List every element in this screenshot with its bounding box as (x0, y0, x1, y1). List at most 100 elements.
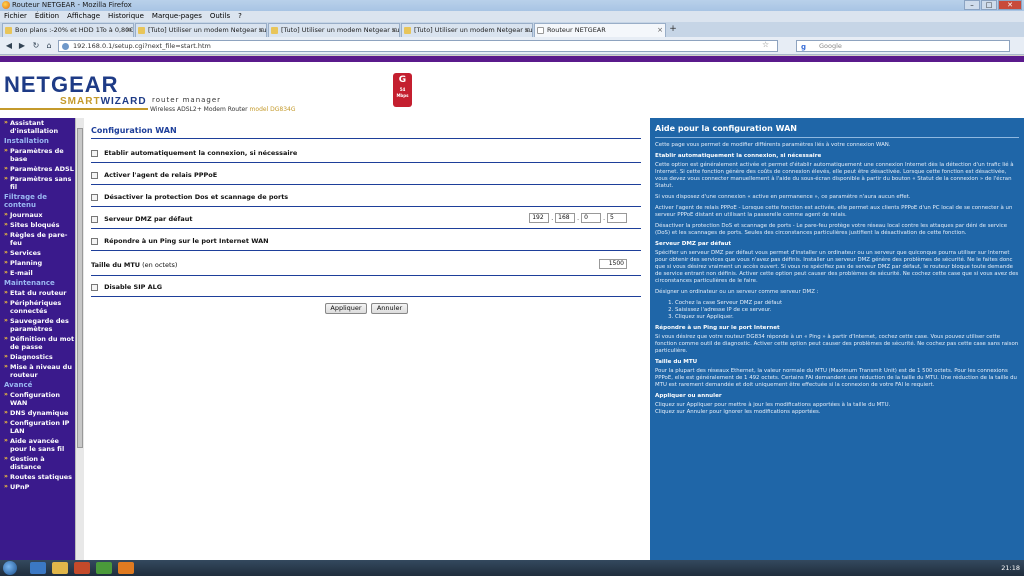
reload-button[interactable]: ↻ (30, 40, 42, 52)
nav-item[interactable]: Sauvegarde des paramètres (0, 316, 75, 334)
dos-protection-checkbox[interactable] (91, 193, 98, 201)
nav-item[interactable]: DNS dynamique (0, 408, 75, 418)
tab-close-icon[interactable]: × (391, 24, 397, 37)
pppoe-relay-row: Activer l'agent de relais PPPoE (91, 171, 641, 179)
mtu-unit: (en octets) (142, 261, 178, 269)
divider (91, 275, 641, 276)
nav-item[interactable]: Configuration WAN (0, 390, 75, 408)
nav-item[interactable]: Etat du routeur (0, 288, 75, 298)
explorer-folder-icon[interactable] (52, 562, 68, 574)
help-step: Cliquez sur Appliquer. (675, 314, 1019, 321)
help-intro: Cette page vous permet de modifier diffé… (655, 142, 891, 148)
google-icon: g (801, 43, 807, 51)
nav-scrollbar-thumb[interactable] (77, 128, 83, 448)
clock[interactable]: 21:18 (1001, 564, 1020, 572)
nav-item[interactable]: Diagnostics (0, 352, 75, 362)
maximize-button[interactable]: □ (981, 0, 997, 10)
nav-item[interactable]: Journaux (0, 210, 75, 220)
menu-file[interactable]: Fichier (4, 11, 27, 22)
nav-item[interactable]: Assistant d'installation (0, 118, 75, 136)
chrome-icon[interactable] (96, 562, 112, 574)
nav-item[interactable]: Gestion à distance (0, 454, 75, 472)
divider (91, 206, 641, 207)
close-window-button[interactable]: ✕ (998, 0, 1022, 10)
menu-bookmarks[interactable]: Marque-pages (152, 11, 202, 22)
menu-view[interactable]: Affichage (67, 11, 100, 22)
tab-tuto-1[interactable]: [Tuto] Utiliser un modem Netgear sur... … (135, 23, 267, 37)
nav-item[interactable]: Mise à niveau du routeur (0, 362, 75, 380)
tab-tuto-3[interactable]: [Tuto] Utiliser un modem Netgear sur... … (401, 23, 533, 37)
auto-connect-checkbox[interactable] (91, 149, 98, 157)
url-bar[interactable]: 192.168.0.1/setup.cgi?next_file=start.ht… (58, 40, 778, 52)
netgear-logo: NETGEAR SMARTWIZARD router manager Wirel… (0, 68, 296, 113)
cancel-button[interactable]: Annuler (371, 303, 408, 314)
tab-close-icon[interactable]: × (657, 24, 663, 37)
nav-item[interactable]: E-mail (0, 268, 75, 278)
pppoe-relay-checkbox[interactable] (91, 171, 98, 179)
apply-button[interactable]: Appliquer (325, 303, 367, 314)
system-tray: 21:18 (1001, 561, 1020, 575)
bookmark-star-icon[interactable]: ☆ (762, 40, 769, 49)
start-button-icon[interactable] (3, 561, 17, 575)
nav-item[interactable]: Configuration IP LAN (0, 418, 75, 436)
mtu-row: Taille du MTU (en octets) 1500 (91, 259, 641, 269)
nav-item[interactable]: Routes statiques (0, 472, 75, 482)
title-bar: Routeur NETGEAR - Mozilla Firefox – □ ✕ (0, 0, 1024, 11)
nav-item[interactable]: Sites bloqués (0, 220, 75, 230)
back-button[interactable]: ◀ (3, 40, 15, 52)
ping-wan-checkbox[interactable] (91, 237, 98, 245)
54g-badge-icon: G 54 Mbps (393, 73, 412, 107)
dmz-ip-octet-1[interactable]: 192 (529, 213, 550, 223)
ie-icon[interactable] (30, 562, 46, 574)
tab-close-icon[interactable]: × (125, 24, 131, 37)
search-input[interactable]: g Google (796, 40, 1010, 52)
media-player-icon[interactable] (74, 562, 90, 574)
mtu-input[interactable]: 1500 (599, 259, 627, 269)
help-text-dos: Désactiver la protection DoS et scannage… (655, 223, 1008, 236)
tab-close-icon[interactable]: × (258, 24, 264, 37)
dmz-server-checkbox[interactable] (91, 215, 98, 223)
tab-close-icon[interactable]: × (524, 24, 530, 37)
ping-wan-row: Répondre à un Ping sur le port Internet … (91, 237, 641, 245)
nav-item[interactable]: Paramètres ADSL (0, 164, 75, 174)
nav-item[interactable]: Paramètres sans fil (0, 174, 75, 192)
help-text-mtu: Pour la plupart des réseaux Ethernet, la… (655, 368, 1017, 388)
menu-help[interactable]: ? (238, 11, 242, 22)
menu-history[interactable]: Historique (108, 11, 144, 22)
help-divider (655, 137, 1019, 138)
nav-item[interactable]: Services (0, 248, 75, 258)
router-manager-label: router manager (152, 96, 222, 104)
nav-item[interactable]: Aide avancée pour le sans fil (0, 436, 75, 454)
minimize-button[interactable]: – (964, 0, 980, 10)
dmz-ip-octet-4[interactable]: 5 (607, 213, 627, 223)
firefox-taskbar-icon[interactable] (118, 562, 134, 574)
nav-item[interactable]: UPnP (0, 482, 75, 492)
help-heading-connect: Etablir automatiquement la connexion, si… (655, 153, 822, 159)
tab-bon-plans[interactable]: Bon plans :-20% et HDD 1To à 0,80€ p... … (2, 23, 134, 37)
window-title: Routeur NETGEAR - Mozilla Firefox (12, 1, 132, 9)
help-dmz-steps: Cochez la case Serveur DMZ par défaut Sa… (675, 300, 1019, 321)
nav-item[interactable]: Périphériques connectés (0, 298, 75, 316)
nav-scrollbar[interactable] (75, 118, 84, 560)
dmz-ip-octet-2[interactable]: 168 (555, 213, 576, 223)
menu-edit[interactable]: Édition (35, 11, 59, 22)
tab-tuto-2[interactable]: [Tuto] Utiliser un modem Netgear sur... … (268, 23, 400, 37)
new-tab-button[interactable]: + (667, 22, 679, 37)
navigation-toolbar: ◀ ▶ ↻ ⌂ 192.168.0.1/setup.cgi?next_file=… (0, 37, 1024, 55)
home-button[interactable]: ⌂ (43, 40, 55, 52)
firefox-icon (2, 1, 10, 9)
nav-item[interactable]: Paramètres de base (0, 146, 75, 164)
tab-routeur-netgear[interactable]: Routeur NETGEAR × (534, 23, 666, 37)
title-divider (91, 138, 641, 139)
sip-alg-checkbox[interactable] (91, 283, 98, 291)
menu-tools[interactable]: Outils (210, 11, 230, 22)
nav-item[interactable]: Règles de pare-feu (0, 230, 75, 248)
nav-item[interactable]: Définition du mot de passe (0, 334, 75, 352)
nav-item[interactable]: Planning (0, 258, 75, 268)
help-panel: Aide pour la configuration WAN Cette pag… (650, 118, 1024, 560)
divider (91, 296, 641, 297)
dmz-ip-octet-3[interactable]: 0 (581, 213, 602, 223)
divider (91, 250, 641, 251)
forward-button[interactable]: ▶ (16, 40, 28, 52)
dos-protection-label: Désactiver la protection Dos et scannage… (104, 193, 289, 201)
